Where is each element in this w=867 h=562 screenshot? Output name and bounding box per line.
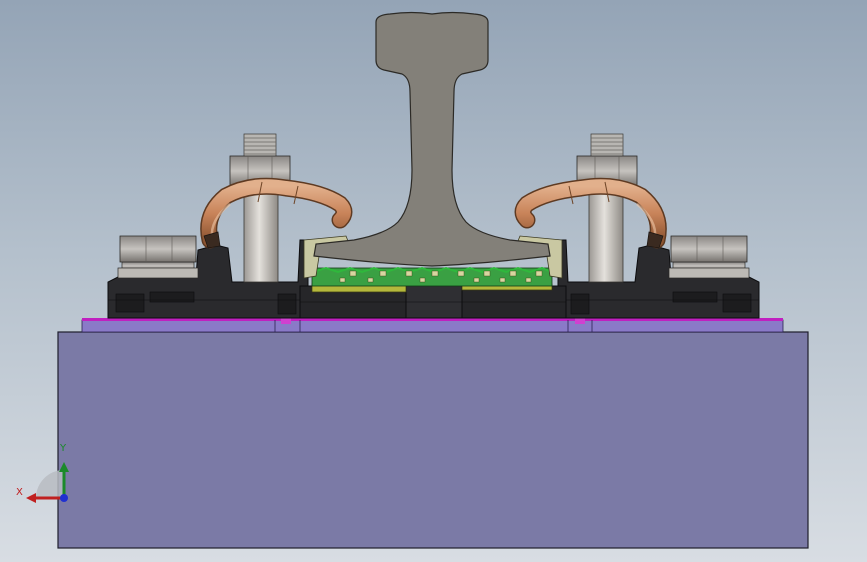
model-view[interactable] [0,0,867,562]
rail-profile[interactable] [313,11,551,267]
clamp-bolt-left[interactable] [229,133,291,283]
anchor-bolt-right[interactable] [668,235,750,279]
pad-marker-right [575,318,585,324]
rubber-pad[interactable] [81,318,784,333]
cad-viewport[interactable]: X Y [0,0,867,562]
triad-plane [36,470,64,498]
axis-y-label: Y [60,443,67,454]
reference-triad[interactable] [26,462,69,503]
rail-pad[interactable] [311,266,553,287]
triad-x-arrow [26,493,36,503]
pad-marker-left [281,318,291,324]
anchor-bolt-left[interactable] [117,235,199,279]
triad-z-axis [60,494,68,502]
clamp-bolt-right[interactable] [576,133,638,283]
sleeper-block[interactable] [57,331,809,549]
axis-x-label: X [16,487,23,498]
